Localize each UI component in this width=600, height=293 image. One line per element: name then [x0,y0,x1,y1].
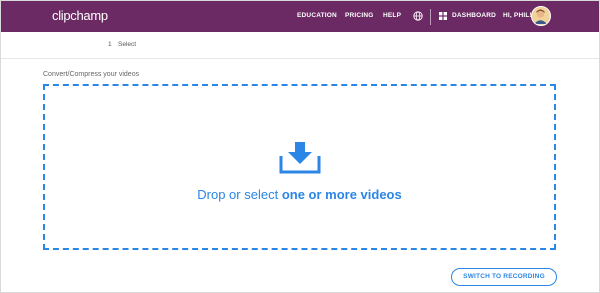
dropzone-text-prefix: Drop or select [197,187,282,202]
user-greeting[interactable]: HI, PHIL! [503,12,532,19]
nav-divider [430,9,431,25]
video-dropzone[interactable]: Drop or select one or more videos [43,84,556,250]
dashboard-grid-icon[interactable] [439,12,447,20]
globe-icon[interactable] [413,11,423,21]
nav-link-help[interactable]: HELP [383,12,401,19]
download-icon [279,142,321,174]
avatar-person-icon [532,7,549,24]
switch-to-recording-button[interactable]: SWITCH TO RECORDING [451,268,557,286]
nav-link-pricing[interactable]: PRICING [345,12,374,19]
app-frame: clipchamp EDUCATION PRICING HELP DASHBOA… [0,0,600,293]
avatar[interactable] [531,6,551,26]
nav-link-education[interactable]: EDUCATION [297,12,337,19]
dropzone-text: Drop or select one or more videos [45,187,554,202]
step-label[interactable]: Select [118,41,136,48]
top-navigation-bar: clipchamp EDUCATION PRICING HELP DASHBOA… [1,1,599,32]
nav-link-dashboard[interactable]: DASHBOARD [452,12,496,19]
clipchamp-logo[interactable]: clipchamp [52,8,108,23]
steps-bar: 1 Select [1,32,599,59]
section-title: Convert/Compress your videos [43,71,140,78]
dropzone-text-emphasis[interactable]: one or more videos [282,187,402,202]
step-number: 1 [108,41,112,48]
